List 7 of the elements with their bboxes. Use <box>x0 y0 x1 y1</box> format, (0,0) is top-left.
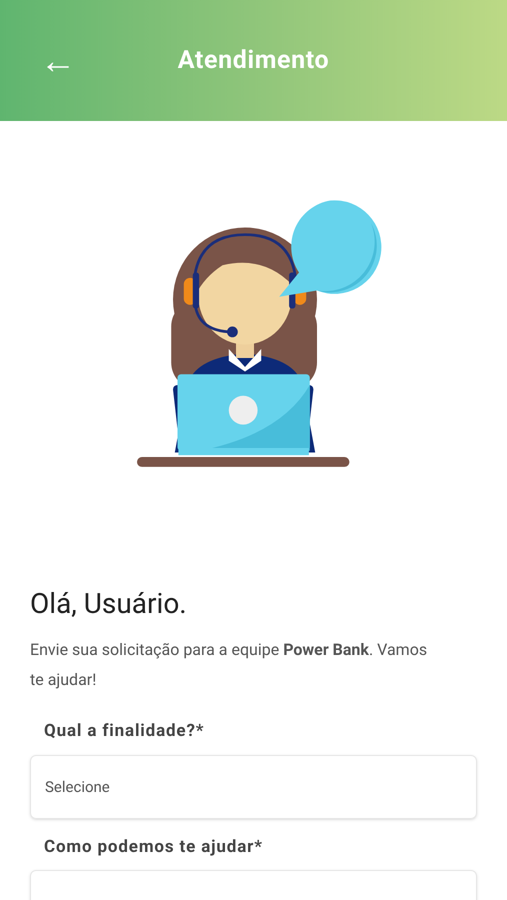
select-field[interactable]: Selecione <box>30 754 477 818</box>
greeting-heading: Olá, Usuário. <box>30 586 188 621</box>
intro-text: Envie sua solicitação para a equipe Power Bank. Vamos te ajudar! <box>30 639 428 691</box>
back-button[interactable]: ← <box>38 42 78 78</box>
field-label: Como podemos te ajudar* <box>43 836 264 858</box>
field-label: Qual a finalidade?* <box>43 720 206 743</box>
page-title: Atendimento <box>176 44 330 77</box>
